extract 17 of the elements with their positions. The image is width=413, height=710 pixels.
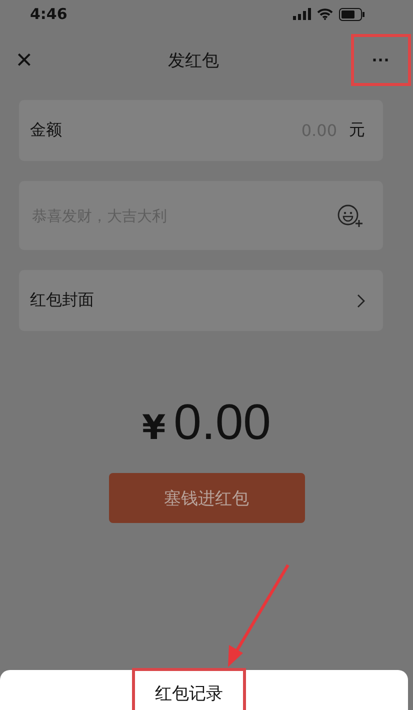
wifi-icon xyxy=(317,8,333,20)
currency-sign: ¥ xyxy=(142,408,166,448)
battery-icon xyxy=(339,8,365,20)
page-title: 发红包 xyxy=(168,50,220,72)
chevron-right-icon xyxy=(357,294,365,308)
total-amount: 0.00 xyxy=(174,393,271,451)
status-time: 4:46 xyxy=(30,5,68,23)
amount-label: 金额 xyxy=(30,120,62,141)
sheet-item[interactable]: 红包记录 xyxy=(132,668,246,710)
unit-label: 元 xyxy=(349,120,365,141)
cover-row[interactable]: 红包封面 xyxy=(19,270,383,331)
close-button[interactable]: × xyxy=(12,46,36,74)
cover-label: 红包封面 xyxy=(30,290,94,311)
emoji-add-icon[interactable] xyxy=(337,204,365,228)
signal-icon xyxy=(293,8,311,20)
more-button[interactable]: ··· xyxy=(350,34,411,86)
submit-button[interactable]: 塞钱进红包 xyxy=(108,473,304,523)
